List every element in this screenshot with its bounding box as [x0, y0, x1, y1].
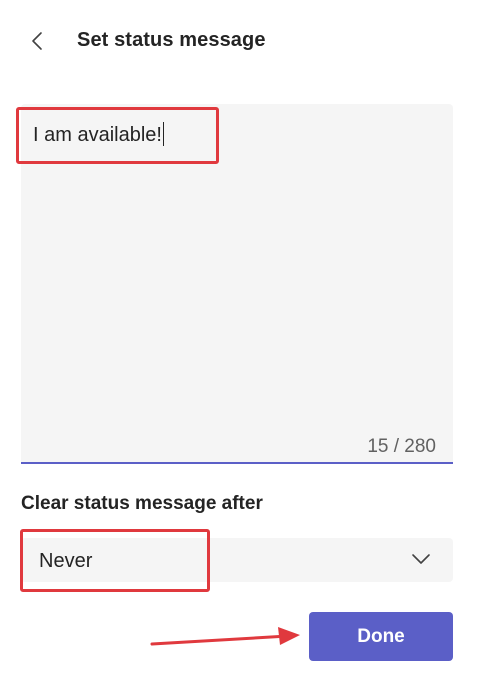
clear-after-label: Clear status message after — [21, 493, 263, 514]
arrow-annotation-icon — [150, 627, 300, 646]
status-message-textarea[interactable]: I am available! 15 / 280 — [21, 104, 453, 464]
page-title: Set status message — [77, 29, 266, 51]
back-button[interactable] — [22, 26, 52, 56]
set-status-message-panel: Set status message I am available! 15 / … — [0, 0, 477, 684]
done-button[interactable]: Done — [309, 612, 453, 661]
chevron-down-icon — [412, 554, 430, 564]
clear-after-selected-value: Never — [39, 550, 93, 572]
character-counter: 15 / 280 — [367, 436, 436, 457]
status-message-input[interactable]: I am available! — [33, 122, 165, 147]
chevron-left-icon — [32, 32, 42, 50]
status-message-value: I am available! — [33, 124, 162, 146]
clear-after-dropdown[interactable]: Never — [21, 538, 453, 582]
text-caret — [162, 122, 165, 146]
